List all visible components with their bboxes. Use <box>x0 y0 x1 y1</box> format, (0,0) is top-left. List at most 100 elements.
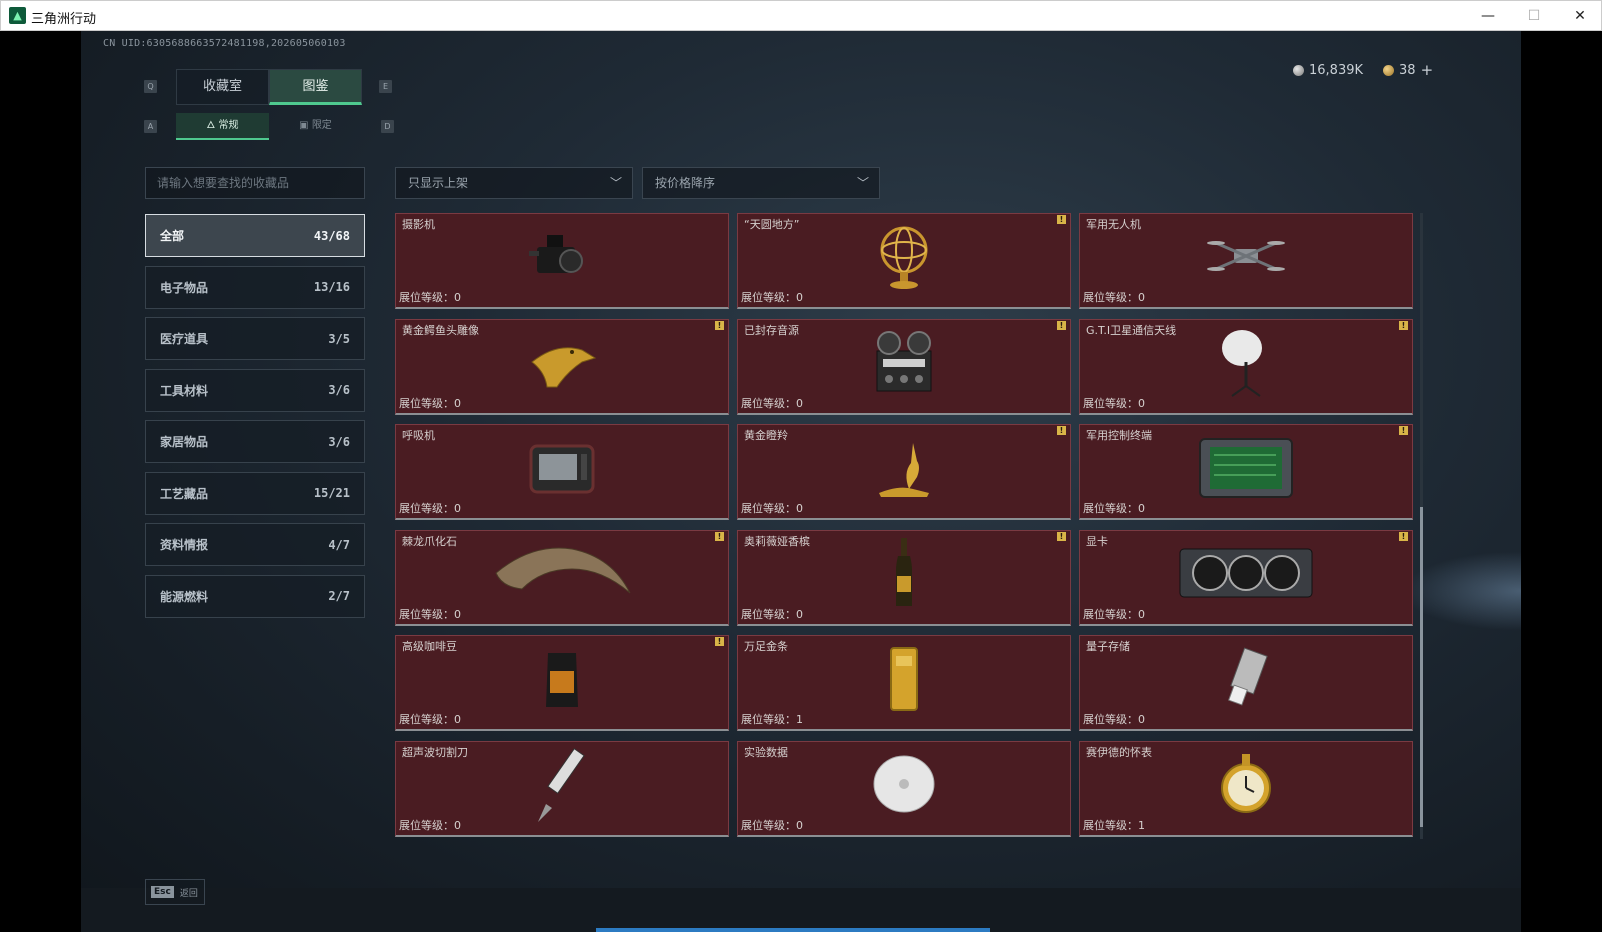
card-booth-level: 展位等级：0 <box>399 395 461 411</box>
category-household[interactable]: 家居物品 3/6 <box>145 420 365 463</box>
booth-level-value: 0 <box>796 502 803 515</box>
card-booth-level: 展位等级：0 <box>399 606 461 622</box>
tab-codex[interactable]: 图鉴 <box>269 69 362 105</box>
collection-card[interactable]: 万足金条 展位等级：1 <box>737 635 1071 731</box>
booth-level-label: 展位等级： <box>399 291 454 304</box>
category-list: 全部 43/68 电子物品 13/16 医疗道具 3/5 工具材料 3/6 家居… <box>145 214 365 626</box>
collection-card[interactable]: 军用无人机 展位等级：0 <box>1079 213 1413 309</box>
category-count: 2/7 <box>328 589 350 603</box>
collection-card[interactable]: 军用控制终端 展位等级：0! <box>1079 424 1413 520</box>
minimize-button[interactable]: — <box>1465 1 1511 32</box>
category-label: 工艺藏品 <box>160 486 209 501</box>
tape-recorder-icon <box>869 329 939 399</box>
category-crafts[interactable]: 工艺藏品 15/21 <box>145 471 365 515</box>
alert-badge-icon: ! <box>1057 320 1066 330</box>
card-item-name: 高级咖啡豆 <box>402 640 457 653</box>
booth-level-label: 展位等级： <box>1083 607 1138 621</box>
collection-card[interactable]: 量子存储 展位等级：0 <box>1079 635 1413 731</box>
booth-level-label: 展位等级： <box>399 396 454 410</box>
card-booth-level: 展位等级：0 <box>1083 395 1145 411</box>
category-count: 43/68 <box>313 228 350 243</box>
collection-card[interactable]: 摄影机 展位等级：0 <box>395 213 729 309</box>
card-item-name: 万足金条 <box>744 640 788 653</box>
card-item-name: 实验数据 <box>744 745 788 759</box>
card-item-name: 军用控制终端 <box>1086 429 1152 442</box>
alert-badge-icon: ! <box>715 320 724 330</box>
collection-card[interactable]: 高级咖啡豆 展位等级：0! <box>395 635 729 731</box>
category-intel[interactable]: 资料情报 4/7 <box>145 523 365 566</box>
card-booth-level: 展位等级：0 <box>399 711 461 727</box>
collection-card[interactable]: 超声波切割刀 展位等级：0 <box>395 740 729 837</box>
graphics-card-icon <box>1176 543 1316 607</box>
add-currency-button[interactable]: + <box>1421 61 1434 79</box>
search-input[interactable]: 请输入想要查找的收藏品 <box>145 167 365 199</box>
booth-level-value: 0 <box>454 502 461 515</box>
back-button[interactable]: Esc 返回 <box>145 879 205 905</box>
booth-level-value: 0 <box>1138 502 1145 515</box>
card-booth-level: 展位等级：0 <box>741 289 803 305</box>
category-all[interactable]: 全部 43/68 <box>145 214 365 257</box>
booth-level-label: 展位等级： <box>741 396 796 410</box>
window-title: 三角洲行动 <box>31 12 97 27</box>
category-count: 3/6 <box>328 434 350 449</box>
silver-amount: 16,839K <box>1309 62 1364 78</box>
collection-card[interactable]: 奥莉薇娅香槟 展位等级：0! <box>737 529 1071 626</box>
collection-card[interactable]: “天圆地方” 展位等级：0! <box>737 213 1071 309</box>
gold-currency: 38 + <box>1383 61 1433 79</box>
claw-fossil-icon <box>492 543 632 607</box>
category-label: 工具材料 <box>160 383 209 398</box>
category-label: 能源燃料 <box>160 589 209 604</box>
collection-card[interactable]: 黄金瞪羚 展位等级：0! <box>737 424 1071 520</box>
close-button[interactable]: ✕ <box>1557 1 1602 32</box>
sort-dropdown[interactable]: 按价格降序 ﹀ <box>642 167 880 199</box>
category-medical[interactable]: 医疗道具 3/5 <box>145 317 365 360</box>
scrollbar-thumb[interactable] <box>1420 507 1423 827</box>
booth-level-label: 展位等级： <box>741 607 796 621</box>
player-uid: CN UID:6305688663572481198,202605060103 <box>103 38 346 49</box>
booth-level-label: 展位等级： <box>1083 291 1138 304</box>
category-energy[interactable]: 能源燃料 2/7 <box>145 574 365 618</box>
alert-badge-icon: ! <box>1399 426 1408 435</box>
maximize-button[interactable]: ☐ <box>1511 1 1557 32</box>
booth-level-label: 展位等级： <box>741 291 796 304</box>
ventilator-icon <box>527 440 597 500</box>
subtab-limited[interactable]: ▣ 限定 <box>269 113 362 140</box>
card-item-name: 黄金瞪羚 <box>744 429 788 442</box>
card-booth-level: 展位等级：0 <box>741 817 803 833</box>
collection-card[interactable]: 实验数据展位等级：0 <box>737 740 1071 837</box>
booth-level-label: 展位等级： <box>1083 396 1138 410</box>
booth-level-value: 0 <box>1138 291 1145 304</box>
booth-level-value: 0 <box>454 713 461 726</box>
collection-card[interactable]: 赛伊德的怀表 展位等级：1 <box>1079 740 1413 837</box>
chevron-down-icon: ﹀ <box>609 176 622 190</box>
subtab-regular-label: 常规 <box>218 120 239 131</box>
subtab-regular[interactable]: 🜂 常规 <box>176 113 269 140</box>
key-e-hint: E <box>379 80 392 93</box>
booth-level-label: 展位等级： <box>399 502 454 515</box>
drone-icon <box>1206 229 1286 289</box>
card-booth-level: 展位等级：0 <box>1083 500 1145 516</box>
booth-level-value: 0 <box>454 607 461 621</box>
card-item-name: 奥莉薇娅香槟 <box>744 534 810 548</box>
card-item-name: 赛伊德的怀表 <box>1086 745 1152 759</box>
card-booth-level: 展位等级：0 <box>741 500 803 516</box>
tab-collection-room[interactable]: 收藏室 <box>176 69 269 105</box>
booth-level-label: 展位等级： <box>1083 713 1138 726</box>
collection-card[interactable]: 显卡 展位等级：0! <box>1079 529 1413 626</box>
collection-card[interactable]: 棘龙爪化石 展位等级：0! <box>395 529 729 626</box>
booth-level-value: 0 <box>1138 396 1145 410</box>
category-electronics[interactable]: 电子物品 13/16 <box>145 265 365 309</box>
booth-level-value: 1 <box>796 713 803 726</box>
alert-badge-icon: ! <box>1399 531 1408 541</box>
quantum-storage-icon <box>1221 647 1271 715</box>
sort-value: 按价格降序 <box>655 176 716 190</box>
ultrasonic-knife-icon <box>532 744 592 828</box>
collection-card[interactable]: G.T.I卫星通信天线 展位等级：0! <box>1079 318 1413 415</box>
category-tools[interactable]: 工具材料 3/6 <box>145 368 365 412</box>
booth-level-value: 0 <box>796 396 803 410</box>
collection-card[interactable]: 黄金鳄鱼头雕像 展位等级：0! <box>395 318 729 415</box>
collection-card[interactable]: 呼吸机 展位等级：0 <box>395 424 729 520</box>
availability-filter-dropdown[interactable]: 只显示上架 ﹀ <box>395 167 633 199</box>
grid-scrollbar[interactable] <box>1420 213 1423 839</box>
collection-card[interactable]: 已封存音源 展位等级：0! <box>737 318 1071 415</box>
